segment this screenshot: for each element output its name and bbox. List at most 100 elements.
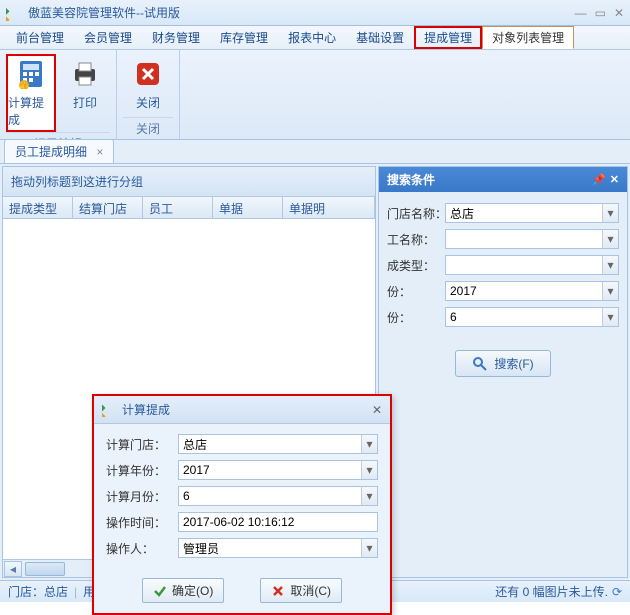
dlg-operator-label: 操作人：: [106, 540, 178, 557]
cancel-label: 取消(C): [290, 582, 331, 599]
search-row-year: 份： 2017▾: [379, 278, 627, 304]
scroll-thumb[interactable]: [25, 562, 65, 576]
menu-object-list[interactable]: 对象列表管理: [482, 26, 574, 49]
chevron-down-icon: ▾: [361, 487, 377, 505]
tab-employee-commission[interactable]: 员工提成明细 ×: [4, 139, 114, 163]
dialog-logo-icon: [102, 403, 116, 417]
chevron-down-icon: ▾: [602, 230, 618, 248]
search-emp-combo[interactable]: ▾: [445, 229, 619, 249]
dlg-year-label: 计算年份：: [106, 462, 178, 479]
ribbon-group-edit: 👍 计算提成 打印 记录编辑: [0, 50, 117, 139]
dlg-store-label: 计算门店：: [106, 436, 178, 453]
dlg-month-combo[interactable]: 6▾: [178, 486, 378, 506]
scroll-left-icon[interactable]: ◂: [4, 561, 22, 577]
close-button[interactable]: ✕: [614, 6, 624, 20]
menu-member[interactable]: 会员管理: [74, 26, 142, 49]
search-row-ctype: 成类型： ▾: [379, 252, 627, 278]
close-icon: [132, 58, 164, 90]
ok-label: 确定(O): [172, 582, 213, 599]
tab-strip: 员工提成明细 ×: [0, 140, 630, 164]
ribbon-group-close: 关闭 关闭: [117, 50, 180, 139]
search-year-combo[interactable]: 2017▾: [445, 281, 619, 301]
workspace: 拖动列标题到这进行分组 提成类型 结算门店 员工 单据 单据明 ◂ ▸ 搜索条件…: [0, 164, 630, 580]
tab-close-icon[interactable]: ×: [96, 145, 103, 159]
cross-icon: [271, 584, 285, 598]
search-row-emp: 工名称： ▾: [379, 226, 627, 252]
search-button-label: 搜索(F): [494, 355, 533, 372]
dialog-close-icon[interactable]: ✕: [372, 403, 382, 417]
search-year-label: 份：: [387, 283, 445, 300]
menu-inventory[interactable]: 库存管理: [210, 26, 278, 49]
calculator-icon: 👍: [15, 58, 47, 90]
chevron-down-icon: ▾: [602, 282, 618, 300]
magnifier-icon: [472, 356, 488, 372]
col-store[interactable]: 结算门店: [73, 197, 143, 218]
search-panel-title: 搜索条件: [387, 171, 588, 188]
minimize-button[interactable]: —: [575, 6, 587, 20]
search-panel-header: 搜索条件 📌 ✕: [379, 167, 627, 192]
menu-finance[interactable]: 财务管理: [142, 26, 210, 49]
svg-text:👍: 👍: [19, 80, 29, 89]
search-button[interactable]: 搜索(F): [455, 350, 550, 377]
search-ctype-combo[interactable]: ▾: [445, 255, 619, 275]
search-emp-label: 工名称：: [387, 231, 445, 248]
search-ctype-label: 成类型：: [387, 257, 445, 274]
printer-icon: [69, 58, 101, 90]
chevron-down-icon: ▾: [361, 539, 377, 557]
dlg-optime-label: 操作时间：: [106, 514, 178, 531]
chevron-down-icon: ▾: [602, 308, 618, 326]
ribbon-group-close-label: 关闭: [123, 117, 173, 137]
chevron-down-icon: ▾: [602, 204, 618, 222]
tab-label: 员工提成明细: [15, 145, 87, 159]
sync-icon[interactable]: ⟳: [612, 585, 622, 599]
app-logo-icon: [6, 5, 22, 21]
ribbon: 👍 计算提成 打印 记录编辑 关闭 关闭: [0, 50, 630, 140]
status-store: 总店: [44, 583, 68, 600]
menu-front[interactable]: 前台管理: [6, 26, 74, 49]
close-ribbon-label: 关闭: [136, 94, 160, 111]
check-icon: [153, 584, 167, 598]
search-month-combo[interactable]: 6▾: [445, 307, 619, 327]
maximize-button[interactable]: ▭: [595, 6, 606, 20]
panel-close-icon[interactable]: ✕: [610, 173, 619, 186]
menu-basic[interactable]: 基础设置: [346, 26, 414, 49]
group-by-hint[interactable]: 拖动列标题到这进行分组: [3, 167, 375, 197]
column-headers: 提成类型 结算门店 员工 单据 单据明: [3, 197, 375, 219]
dlg-optime-field[interactable]: 2017-06-02 10:16:12: [178, 512, 378, 532]
menu-report[interactable]: 报表中心: [278, 26, 346, 49]
menu-commission[interactable]: 提成管理: [414, 26, 482, 49]
window-title: 傲蓝美容院管理软件--试用版: [28, 4, 575, 21]
search-panel: 搜索条件 📌 ✕ 门店名称： 总店▾ 工名称： ▾ 成类型： ▾ 份： 2017…: [378, 166, 628, 578]
dlg-year-combo[interactable]: 2017▾: [178, 460, 378, 480]
dlg-month-label: 计算月份：: [106, 488, 178, 505]
chevron-down-icon: ▾: [361, 461, 377, 479]
calc-commission-dialog: 计算提成 ✕ 计算门店：总店▾ 计算年份：2017▾ 计算月份：6▾ 操作时间：…: [92, 394, 392, 615]
cancel-button[interactable]: 取消(C): [260, 578, 342, 603]
print-button[interactable]: 打印: [60, 54, 110, 132]
title-bar: 傲蓝美容院管理软件--试用版 — ▭ ✕: [0, 0, 630, 26]
status-upload-msg: 还有 0 幅图片未上传.: [495, 583, 608, 600]
search-store-combo[interactable]: 总店▾: [445, 203, 619, 223]
search-store-label: 门店名称：: [387, 205, 445, 222]
print-label: 打印: [73, 94, 97, 111]
dialog-title: 计算提成: [122, 401, 372, 418]
col-doc-detail[interactable]: 单据明: [283, 197, 375, 218]
search-row-month: 份： 6▾: [379, 304, 627, 330]
chevron-down-icon: ▾: [602, 256, 618, 274]
search-row-store: 门店名称： 总店▾: [379, 200, 627, 226]
col-commission-type[interactable]: 提成类型: [3, 197, 73, 218]
col-doc[interactable]: 单据: [213, 197, 283, 218]
close-ribbon-button[interactable]: 关闭: [123, 54, 173, 117]
ok-button[interactable]: 确定(O): [142, 578, 224, 603]
col-employee[interactable]: 员工: [143, 197, 213, 218]
menu-bar: 前台管理 会员管理 财务管理 库存管理 报表中心 基础设置 提成管理 对象列表管…: [0, 26, 630, 50]
calc-commission-button[interactable]: 👍 计算提成: [6, 54, 56, 132]
search-month-label: 份：: [387, 309, 445, 326]
dlg-store-combo[interactable]: 总店▾: [178, 434, 378, 454]
chevron-down-icon: ▾: [361, 435, 377, 453]
calc-commission-label: 计算提成: [8, 94, 54, 128]
pin-icon[interactable]: 📌: [592, 173, 606, 186]
status-store-label: 门店：: [8, 583, 44, 600]
dialog-title-bar[interactable]: 计算提成 ✕: [94, 396, 390, 424]
dlg-operator-combo[interactable]: 管理员▾: [178, 538, 378, 558]
